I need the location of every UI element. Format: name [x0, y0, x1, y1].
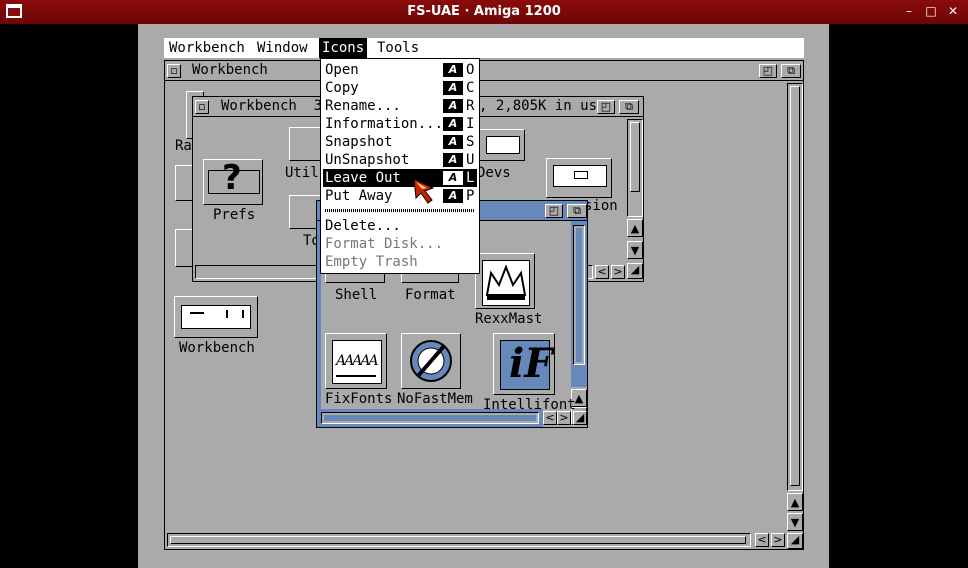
main-window-hscroll-thumb[interactable]: [170, 536, 746, 544]
menu-separator: [325, 209, 475, 212]
fixfonts-label: FixFonts: [325, 391, 393, 407]
shortcut-rename: R: [466, 98, 475, 114]
question-mark-icon: ?: [222, 158, 242, 198]
shortcut-put-away: P: [466, 188, 475, 204]
tools-window-vscroll-track[interactable]: [573, 225, 585, 365]
fixfonts-icon[interactable]: AAAAA: [325, 333, 387, 389]
main-window-close-gadget[interactable]: ▫: [167, 64, 181, 78]
amiga-key-icon: A: [443, 63, 463, 77]
amiga-key-icon: A: [443, 81, 463, 95]
tools-window-size-gadget[interactable]: ◢: [573, 411, 587, 425]
wb-window-depth-gadget[interactable]: ⧉: [619, 100, 639, 114]
amiga-key-icon: A: [443, 189, 463, 203]
shortcut-leave-out: L: [466, 170, 475, 186]
host-window-title: FS-UAE · Amiga 1200: [407, 4, 561, 19]
main-window-scroll-up[interactable]: ▲: [787, 493, 803, 511]
prefs-label: Prefs: [213, 207, 256, 223]
wb-window-zoom-gadget[interactable]: ◰: [597, 100, 615, 114]
amiga-key-icon: A: [443, 171, 463, 185]
menu-tools[interactable]: Tools: [377, 40, 419, 56]
shortcut-open: O: [466, 62, 475, 78]
expansion-label: sion: [584, 198, 618, 214]
rexxmast-crown-icon[interactable]: [475, 253, 535, 309]
wb-window-title-tail: , 2,805K in us: [479, 98, 598, 114]
main-window-size-gadget[interactable]: ◢: [787, 533, 803, 549]
main-window-depth-gadget[interactable]: ⧉: [781, 64, 801, 78]
menu-icons[interactable]: Icons: [319, 38, 368, 58]
wb-window-vscroll-thumb[interactable]: [630, 122, 640, 192]
wb-window-vscroll-track[interactable]: [627, 119, 643, 217]
shortcut-copy: C: [466, 80, 475, 96]
main-window-vscroll-track[interactable]: [787, 83, 803, 491]
amiga-key-icon: A: [443, 99, 463, 113]
workbench-disk-label: Workbench: [179, 340, 255, 356]
tools-window-vscroll-thumb[interactable]: [576, 228, 582, 362]
expansion-drawer-icon[interactable]: [546, 158, 612, 198]
tools-window-zoom-gadget[interactable]: ◰: [545, 204, 563, 218]
devs-drawer-icon[interactable]: [479, 129, 525, 161]
intellifont-label: Intellifont: [483, 397, 576, 413]
main-window-titlebar[interactable]: ▫ Workbench ◰ ⧉: [165, 61, 803, 81]
nofastmem-label: NoFastMem: [397, 391, 473, 407]
rexxmast-label: RexxMast: [475, 311, 543, 327]
prefs-drawer-icon[interactable]: ?: [203, 158, 263, 205]
main-window-scroll-down[interactable]: ▼: [787, 513, 803, 531]
amiga-key-icon: A: [443, 153, 463, 167]
main-window-vscroll-thumb[interactable]: [790, 86, 800, 486]
main-window-hscroll-track[interactable]: [167, 533, 751, 547]
tools-window-hscroll-track[interactable]: [321, 412, 539, 424]
main-window-scroll-right[interactable]: >: [771, 533, 785, 547]
shortcut-snapshot: S: [466, 134, 475, 150]
wb-window-scroll-left[interactable]: <: [595, 265, 609, 279]
wb-window-scroll-down[interactable]: ▼: [627, 241, 643, 259]
wb-window-title: Workbench 3: [221, 98, 323, 114]
amiga-screen: Workbench Window Icons Tools ▫ Workbench…: [138, 24, 829, 568]
utilities-label: Util: [285, 165, 319, 181]
main-window-zoom-gadget[interactable]: ◰: [759, 64, 777, 78]
maximize-button[interactable]: □: [923, 4, 939, 19]
tools-window-right-border: [571, 221, 587, 387]
menu-window[interactable]: Window: [257, 40, 308, 56]
minimize-button[interactable]: –: [901, 4, 917, 19]
devs-label: Devs: [477, 165, 511, 181]
workbench-disk-graphic: [181, 305, 251, 329]
host-titlebar: FS-UAE · Amiga 1200 – □ ✕: [0, 0, 968, 24]
shortcut-information: I: [466, 116, 475, 132]
nofastmem-icon[interactable]: [401, 333, 461, 389]
menu-item-format-disk: Format Disk...: [325, 236, 444, 252]
tools-window-scroll-right[interactable]: >: [557, 411, 571, 425]
icons-dropdown-menu: Open A O Copy A C Rename... A R Informat…: [320, 58, 480, 274]
main-window-title: Workbench: [192, 62, 268, 78]
workbench-disk-icon[interactable]: [174, 296, 258, 338]
workbench-menubar: Workbench Window Icons Tools: [164, 38, 804, 58]
intellifont-glyph-icon: iF: [509, 340, 553, 387]
wb-window-scroll-right[interactable]: >: [611, 265, 625, 279]
ram-disk-label: Ra: [175, 138, 192, 154]
shortcut-unsnapshot: U: [466, 152, 475, 168]
amiga-key-icon: A: [443, 135, 463, 149]
close-button[interactable]: ✕: [945, 4, 961, 19]
fixfonts-glyph-icon: AAAAA: [336, 353, 379, 369]
wb-window-scroll-up[interactable]: ▲: [627, 219, 643, 237]
wb-window-size-gadget[interactable]: ◢: [627, 263, 643, 279]
shell-label: Shell: [335, 287, 378, 303]
menu-workbench[interactable]: Workbench: [169, 40, 245, 56]
intellifont-icon[interactable]: iF: [493, 333, 555, 395]
utilities-drawer-icon[interactable]: [289, 127, 323, 161]
main-window-scroll-left[interactable]: <: [755, 533, 769, 547]
tools-window-depth-gadget[interactable]: ⧉: [567, 204, 587, 218]
amiga-key-icon: A: [443, 117, 463, 131]
mouse-pointer-icon: [413, 178, 435, 204]
tools-window-scroll-left[interactable]: <: [543, 411, 557, 425]
tools-window-hscroll-thumb[interactable]: [324, 415, 536, 421]
menu-item-delete[interactable]: Delete...: [325, 217, 475, 235]
menu-item-empty-trash: Empty Trash: [325, 254, 418, 270]
wb-window-close-gadget[interactable]: ▫: [195, 100, 209, 114]
format-label: Format: [405, 287, 456, 303]
